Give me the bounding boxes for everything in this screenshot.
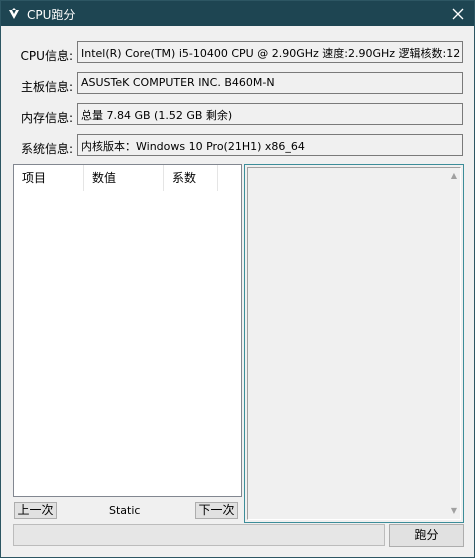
detail-panel[interactable]: ▲ ▼ [244,164,464,523]
memory-info-field[interactable]: 总量 7.84 GB (1.52 GB 剩余) [77,103,463,125]
next-button[interactable]: 下一次 [195,502,238,519]
benchmark-progress-bar [13,524,385,546]
scroll-down-icon[interactable]: ▼ [449,506,459,516]
results-list[interactable]: 项目 数值 系数 [13,164,242,497]
memory-info-label: 内存信息: [20,111,73,125]
column-header-coefficient[interactable]: 系数 [164,165,218,191]
static-label: Static [109,504,141,517]
detail-panel-inner [247,167,461,520]
board-info-label: 主板信息: [20,80,73,94]
window-title: CPU跑分 [27,8,76,22]
scroll-up-icon[interactable]: ▲ [449,171,459,181]
title-bar[interactable]: CPU跑分 [1,1,474,26]
column-header-value[interactable]: 数值 [84,165,164,191]
app-logo-icon [9,8,19,19]
list-header: 项目 数值 系数 [14,165,241,191]
column-header-item[interactable]: 项目 [14,165,84,191]
system-info-field[interactable]: 内核版本：Windows 10 Pro(21H1) x86_64 [77,134,463,156]
run-benchmark-button[interactable]: 跑分 [389,524,464,547]
close-icon [452,8,464,20]
previous-button[interactable]: 上一次 [14,502,57,519]
close-button[interactable] [448,4,468,24]
app-window: CPU跑分 CPU信息: Intel(R) Core(TM) i5-10400 … [0,0,475,558]
board-info-field[interactable]: ASUSTeK COMPUTER INC. B460M-N [77,72,463,94]
system-info-label: 系统信息: [20,142,73,156]
cpu-info-field[interactable]: Intel(R) Core(TM) i5-10400 CPU @ 2.90GHz… [77,41,463,63]
cpu-info-label: CPU信息: [20,49,73,63]
